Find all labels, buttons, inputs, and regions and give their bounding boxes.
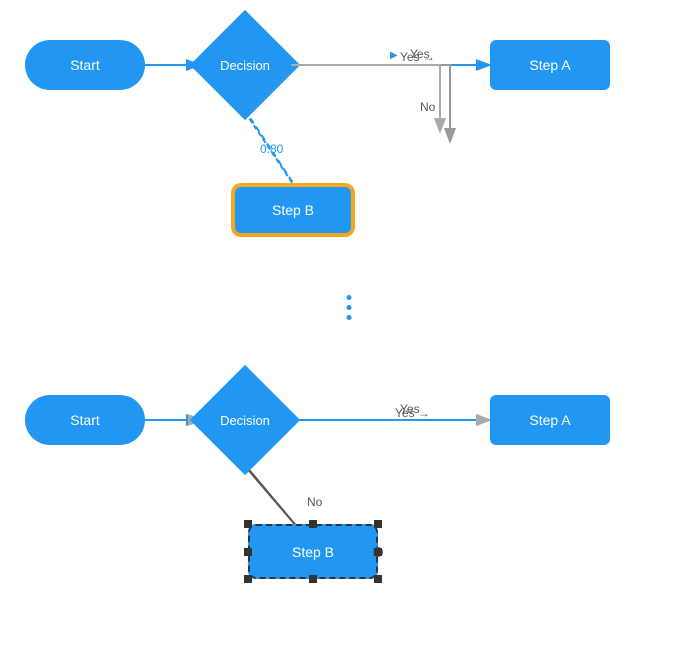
step-a-node-2: Step A xyxy=(490,395,610,445)
handle-ml[interactable] xyxy=(244,548,252,556)
yes-label-2: Yes → xyxy=(395,406,430,420)
svg-text:▶: ▶ xyxy=(390,50,398,61)
separator-dots xyxy=(347,295,352,320)
decision-node-2: Decision xyxy=(200,375,290,465)
handle-tm[interactable] xyxy=(309,520,317,528)
handle-tr[interactable] xyxy=(374,520,382,528)
yes-label-1: Yes → xyxy=(400,50,435,64)
handle-br[interactable] xyxy=(374,575,382,583)
start-node-1: Start xyxy=(25,40,145,90)
handle-mr[interactable] xyxy=(374,548,382,556)
step-b-node-2-container[interactable]: Step B xyxy=(248,524,378,579)
step-b-node-1: Step B xyxy=(233,185,353,235)
step-b-node-2[interactable]: Step B xyxy=(248,524,378,579)
handle-bl[interactable] xyxy=(244,575,252,583)
handle-tl[interactable] xyxy=(244,520,252,528)
start-node-2: Start xyxy=(25,395,145,445)
no-label-1: No xyxy=(420,100,435,114)
step-a-node-1: Step A xyxy=(490,40,610,90)
handle-bm[interactable] xyxy=(309,575,317,583)
weight-label: 0.80 xyxy=(260,142,283,156)
decision-node-1: Decision xyxy=(200,20,290,110)
no-label-2: No xyxy=(307,495,322,509)
